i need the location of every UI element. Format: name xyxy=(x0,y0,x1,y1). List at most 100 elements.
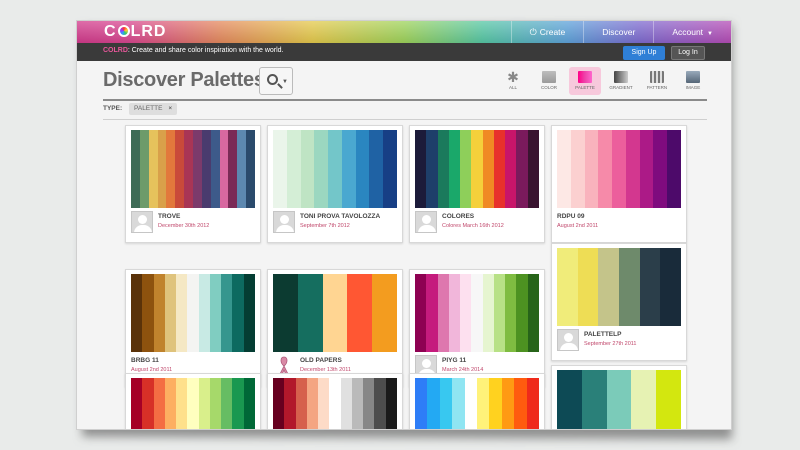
star-icon: ✱ xyxy=(507,69,519,85)
color-swatch xyxy=(426,130,438,208)
type-color[interactable]: COLOR xyxy=(533,67,565,95)
palette-card[interactable]: TROVE December 30th 2012 xyxy=(125,125,261,243)
log-in-button[interactable]: Log In xyxy=(671,46,705,60)
color-swatch xyxy=(372,274,397,352)
type-pattern[interactable]: PATTERN xyxy=(641,67,673,95)
type-image[interactable]: IMAGE xyxy=(677,67,709,95)
nav-account[interactable]: Account ▼ xyxy=(653,21,731,43)
palette-swatches[interactable] xyxy=(131,274,255,352)
color-swatch xyxy=(514,378,527,429)
color-swatch xyxy=(363,378,375,429)
palette-name[interactable]: COLORES xyxy=(442,213,474,220)
type-all[interactable]: ✱ ALL xyxy=(497,67,529,95)
type-label: ALL xyxy=(508,85,517,90)
palette-date: December 30th 2012 xyxy=(158,223,210,229)
color-swatch xyxy=(175,130,185,208)
sign-up-button[interactable]: Sign Up xyxy=(623,46,665,60)
nav-discover[interactable]: Discover xyxy=(583,21,653,43)
color-swatch xyxy=(273,378,285,429)
color-swatch xyxy=(237,130,247,208)
browser-viewport: C LRD ⏻ Create Discover Account ▼ COLRD: Cr… xyxy=(76,20,732,430)
palette-name[interactable]: OLD PAPERS xyxy=(300,357,342,364)
palette-card[interactable]: PALETTELP September 27th 2011 xyxy=(551,243,687,361)
color-swatch xyxy=(660,248,682,326)
color-swatch xyxy=(598,248,620,326)
palette-card[interactable] xyxy=(267,373,403,429)
palette-card[interactable]: COLORES Colores March 16th 2012 xyxy=(409,125,545,243)
search-icon xyxy=(267,74,278,85)
palette-card[interactable] xyxy=(409,373,545,429)
colrd-logo[interactable]: C LRD xyxy=(104,23,166,41)
palette-date: August 2nd 2011 xyxy=(557,223,599,229)
palette-swatches[interactable] xyxy=(557,370,681,429)
color-swatch xyxy=(187,274,199,352)
color-swatch xyxy=(340,378,352,429)
color-swatch xyxy=(201,130,211,208)
palette-swatches[interactable] xyxy=(273,274,397,352)
search-button[interactable]: ▼ xyxy=(259,67,293,95)
palette-card[interactable]: BRBG 11 August 2nd 2011 xyxy=(125,269,261,387)
nav-create[interactable]: ⏻ Create xyxy=(510,21,584,43)
color-swatch xyxy=(131,130,140,208)
palette-swatches[interactable] xyxy=(415,274,539,352)
palette-card[interactable]: TONI PROVA TAVOLOZZA September 7th 2012 xyxy=(267,125,403,243)
filter-chip[interactable]: PALETTE × xyxy=(129,103,178,115)
color-swatch xyxy=(139,130,149,208)
color-swatch xyxy=(557,130,571,208)
palette-card[interactable] xyxy=(125,373,261,429)
color-swatch xyxy=(493,274,506,352)
filter-label: TYPE: xyxy=(103,105,123,112)
avatar[interactable] xyxy=(415,211,437,233)
color-swatch xyxy=(232,378,244,429)
palette-card[interactable] xyxy=(551,365,687,429)
palette-card[interactable]: RDPU 09 August 2nd 2011 xyxy=(551,125,687,243)
color-swatch xyxy=(606,370,632,429)
color-swatch xyxy=(437,130,449,208)
palette-name[interactable]: TROVE xyxy=(158,213,180,220)
color-swatch xyxy=(437,274,449,352)
type-label: PALETTE xyxy=(575,85,595,90)
color-swatch xyxy=(187,378,199,429)
type-selector: ✱ ALL COLOR PALETTE GRADIENT PATTERN IMAGE xyxy=(497,67,709,95)
palette-name[interactable]: BRBG 11 xyxy=(131,357,159,364)
palette-swatches[interactable] xyxy=(131,378,255,429)
avatar[interactable] xyxy=(131,211,153,233)
color-swatch xyxy=(584,130,599,208)
color-swatch xyxy=(448,274,461,352)
color-swatch xyxy=(612,130,626,208)
color-swatch xyxy=(131,274,143,352)
color-swatch xyxy=(482,274,494,352)
palette-name[interactable]: PIYG 11 xyxy=(442,357,466,364)
color-swatch xyxy=(516,130,528,208)
palette-swatches[interactable] xyxy=(273,130,398,208)
palette-swatches[interactable] xyxy=(415,378,540,429)
color-swatch xyxy=(164,378,177,429)
palette-name[interactable]: TONI PROVA TAVOLOZZA xyxy=(300,213,380,220)
gradient-icon xyxy=(614,71,628,83)
avatar[interactable] xyxy=(273,211,295,233)
color-swatch xyxy=(322,274,348,352)
palette-swatches[interactable] xyxy=(131,130,256,208)
top-bar: C LRD ⏻ Create Discover Account ▼ xyxy=(77,21,731,43)
color-swatch-icon xyxy=(542,71,556,83)
palette-swatches[interactable] xyxy=(415,130,539,208)
color-swatch xyxy=(157,130,167,208)
color-swatch xyxy=(314,130,329,208)
avatar[interactable] xyxy=(557,329,579,351)
palette-name[interactable]: RDPU 09 xyxy=(557,213,584,220)
color-swatch xyxy=(656,370,681,429)
type-gradient[interactable]: GRADIENT xyxy=(605,67,637,95)
type-label: GRADIENT xyxy=(609,85,633,90)
palette-swatches[interactable] xyxy=(557,248,682,326)
palette-card[interactable]: PIYG 11 March 24th 2014 xyxy=(409,269,545,387)
palette-swatches[interactable] xyxy=(273,378,397,429)
close-icon[interactable]: × xyxy=(168,105,172,112)
color-swatch xyxy=(273,130,287,208)
palette-card[interactable]: OLD PAPERS December 13th 2011 xyxy=(267,269,403,387)
color-swatch xyxy=(581,370,607,429)
color-swatch xyxy=(516,274,528,352)
color-swatch xyxy=(667,130,682,208)
palette-name[interactable]: PALETTELP xyxy=(584,331,621,338)
type-palette[interactable]: PALETTE xyxy=(569,67,601,95)
palette-swatches[interactable] xyxy=(557,130,682,208)
